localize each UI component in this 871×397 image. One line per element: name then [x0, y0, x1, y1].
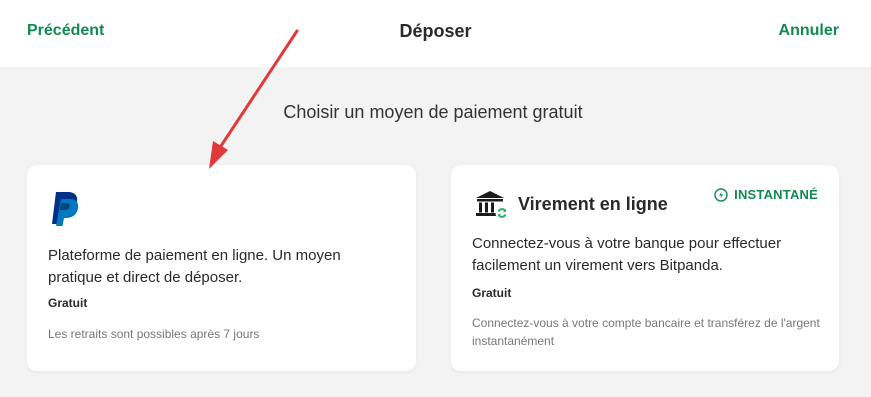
- payment-method-bank-transfer-card[interactable]: Virement en ligne INSTANTANÉ Connectez-v…: [451, 165, 839, 371]
- payment-method-paypal-card[interactable]: Plateforme de paiement en ligne. Un moye…: [27, 165, 416, 371]
- paypal-logo-icon: [52, 192, 79, 226]
- page-title: Déposer: [399, 21, 472, 41]
- method-note: Les retraits sont possibles après 7 jour…: [48, 327, 260, 341]
- instant-clock-icon: [714, 187, 728, 202]
- method-description: Connectez-vous à votre banque pour effec…: [472, 235, 782, 274]
- section-subtitle: Choisir un moyen de paiement gratuit: [283, 102, 583, 122]
- method-fee: Gratuit: [472, 286, 512, 300]
- method-fee: Gratuit: [48, 296, 88, 310]
- bank-icon: [476, 191, 509, 219]
- cancel-button[interactable]: Annuler: [779, 22, 839, 40]
- method-description: Plateforme de paiement en ligne. Un moye…: [48, 247, 341, 286]
- instant-badge-label: INSTANTANÉ: [734, 187, 818, 202]
- method-note: Connectez-vous à votre compte bancaire e…: [472, 316, 820, 348]
- top-bar: Précédent Déposer Annuler: [0, 0, 871, 67]
- method-name: Virement en ligne: [518, 194, 668, 214]
- instant-badge: INSTANTANÉ: [714, 187, 818, 202]
